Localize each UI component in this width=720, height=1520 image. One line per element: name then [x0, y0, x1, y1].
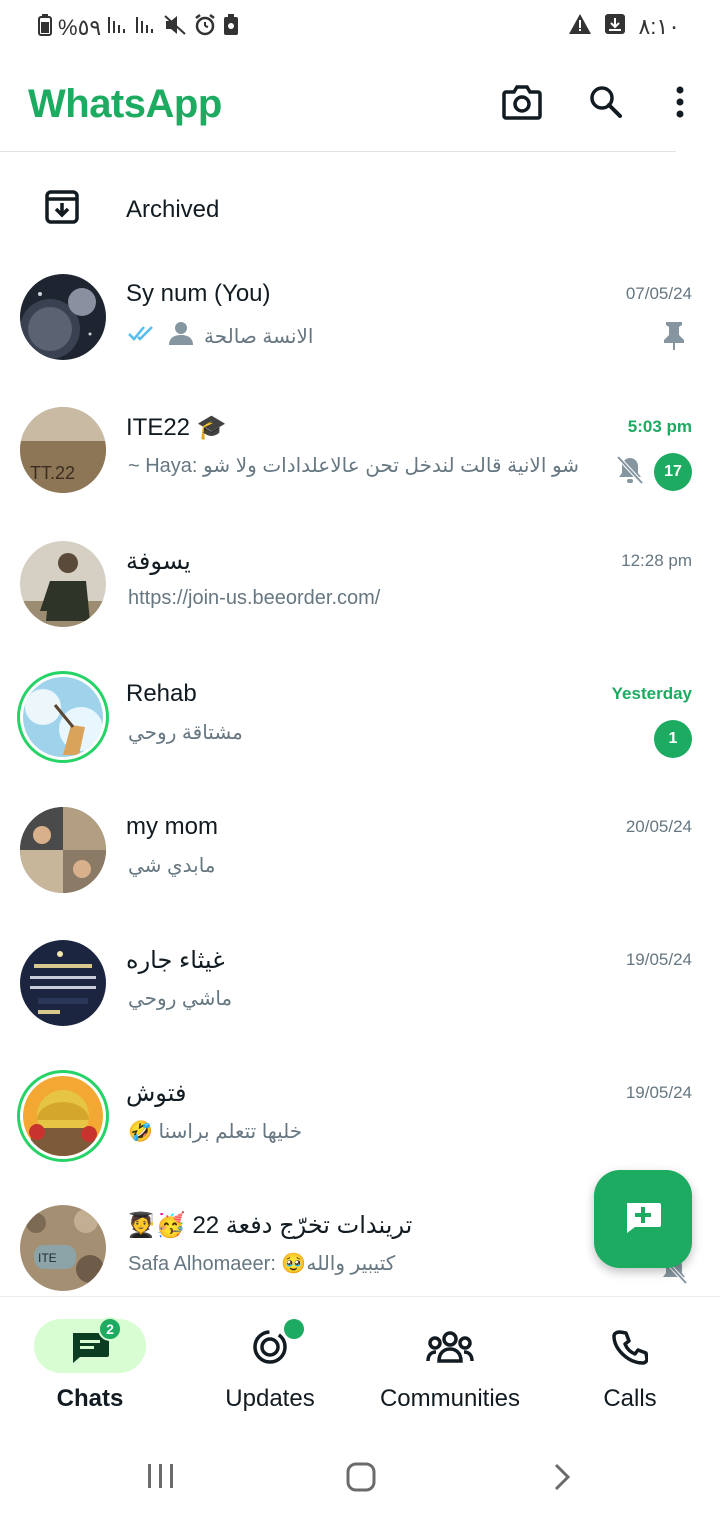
tab-communities-label: Communities: [379, 1385, 521, 1412]
chat-preview-text: الانسة صالحة: [204, 325, 314, 348]
avatar[interactable]: [20, 940, 106, 1026]
recent-apps-button[interactable]: [146, 1462, 176, 1495]
chat-time: 12:28 pm: [621, 551, 692, 570]
unread-badge: 1: [654, 720, 692, 758]
chat-preview-text: Safa Alhomaeer: 🥹كتيبير والله: [128, 1253, 396, 1275]
search-icon: [588, 84, 624, 125]
tab-calls[interactable]: Calls: [540, 1297, 720, 1433]
chat-row[interactable]: Sy num (You) 07/05/24 الانسة صالحة: [0, 266, 720, 396]
svg-text:ITE: ITE: [38, 1251, 57, 1265]
more-options-button[interactable]: [656, 80, 704, 128]
chat-preview-text: https://join-us.beeorder.com/: [128, 587, 381, 609]
tab-chats[interactable]: 2 Chats: [0, 1297, 180, 1433]
chat-time: Yesterday: [611, 684, 692, 703]
signal-icon-2: [135, 15, 157, 41]
chat-name: ITE22 🎓: [126, 414, 227, 441]
chat-name: my mom: [126, 813, 218, 840]
archived-label: Archived: [126, 196, 220, 223]
svg-text:TT.22: TT.22: [30, 463, 75, 483]
chat-row[interactable]: يسوفة 12:28 pm https://join-us.beeorder.…: [0, 533, 720, 663]
mute-icon: [163, 14, 187, 42]
chat-name: فتوش: [126, 1080, 187, 1107]
battery-percent: %٥٩: [58, 15, 102, 40]
back-button[interactable]: [552, 1462, 572, 1497]
chat-name: Rehab: [126, 680, 197, 707]
avatar[interactable]: [20, 541, 106, 627]
system-navigation-bar: [0, 1432, 720, 1520]
read-ticks-icon: [128, 323, 158, 349]
chat-preview: ماشي روحي: [128, 986, 232, 1011]
signal-icon: [107, 15, 129, 41]
chat-preview-text: مابدي شي: [128, 855, 216, 877]
chat-name: 🧑‍🎓🥳 تريندات تخرّج دفعة 22: [126, 1212, 413, 1239]
contact-icon: [168, 320, 194, 352]
avatar[interactable]: [20, 807, 106, 893]
chat-name: غيثاء جاره: [126, 947, 225, 974]
chat-preview: ~ Haya: شو الانية قالت لندخل تحن عالاعلد…: [128, 453, 579, 478]
chat-preview-text: ~ Haya: شو الانية قالت لندخل تحن عالاعلد…: [128, 455, 580, 477]
status-left: %٥٩: [38, 13, 239, 43]
tab-communities[interactable]: Communities: [360, 1297, 540, 1433]
unread-badge: 17: [654, 453, 692, 491]
camera-icon: [502, 84, 542, 125]
alarm-icon: [193, 13, 217, 43]
chat-row[interactable]: Rehab Yesterday مشتاقة روحي 1: [0, 666, 720, 796]
pin-icon: [662, 320, 686, 355]
search-button[interactable]: [582, 80, 630, 128]
home-button[interactable]: [346, 1462, 376, 1497]
avatar[interactable]: ITE: [20, 1205, 106, 1291]
download-icon: [604, 13, 626, 41]
app-title: WhatsApp: [28, 82, 222, 126]
chat-preview-text: مشتاقة روحي: [128, 722, 243, 744]
chat-preview: الانسة صالحة: [128, 320, 313, 352]
appbar-divider: [0, 151, 676, 152]
chat-name: Sy num (You): [126, 280, 271, 307]
avatar[interactable]: TT.22: [20, 407, 106, 493]
chat-preview: مشتاقة روحي: [128, 720, 243, 745]
chat-time: 5:03 pm: [627, 417, 692, 436]
more-vert-icon: [675, 86, 685, 123]
avatar[interactable]: [17, 1070, 109, 1162]
chat-time: 20/05/24: [625, 817, 692, 836]
chat-preview: https://join-us.beeorder.com/: [128, 587, 380, 610]
battery-icon: [38, 14, 52, 42]
chat-row[interactable]: غيثاء جاره 19/05/24 ماشي روحي: [0, 932, 720, 1062]
chat-preview: Safa Alhomaeer: 🥹كتيبير والله: [128, 1251, 395, 1276]
warning-icon: [568, 13, 592, 41]
camera-button[interactable]: [498, 80, 546, 128]
tab-calls-label: Calls: [603, 1385, 657, 1412]
chat-preview-text: 🤣 خليها تتعلم براسنا: [128, 1121, 303, 1143]
chat-time: 07/05/24: [625, 284, 692, 303]
new-chat-button[interactable]: [594, 1170, 692, 1268]
avatar[interactable]: [20, 274, 106, 360]
chat-time: 19/05/24: [625, 950, 692, 969]
communities-icon: [426, 1327, 474, 1367]
updates-dot: [284, 1319, 304, 1339]
recycle-icon: [223, 14, 239, 42]
bottom-nav: 2 Chats Updates Communities Calls: [0, 1296, 720, 1432]
chat-preview: 🤣 خليها تتعلم براسنا: [128, 1119, 302, 1144]
muted-icon: [616, 455, 644, 490]
chat-name: يسوفة: [126, 548, 191, 575]
app-bar: WhatsApp: [0, 56, 720, 152]
chat-time: 19/05/24: [625, 1083, 692, 1102]
tab-chats-label: Chats: [56, 1385, 124, 1412]
chat-row[interactable]: TT.22 ITE22 🎓 5:03 pm ~ Haya: شو الانية …: [0, 399, 720, 529]
tab-updates[interactable]: Updates: [180, 1297, 360, 1433]
new-chat-icon: [623, 1199, 663, 1240]
avatar[interactable]: [17, 671, 109, 763]
archive-icon: [44, 188, 80, 231]
chat-preview-text: ماشي روحي: [128, 988, 233, 1010]
chats-badge: 2: [98, 1317, 122, 1341]
status-bar: %٥٩ ٨:١٠: [0, 0, 720, 56]
status-right: ٨:١٠: [568, 13, 680, 41]
chat-preview: مابدي شي: [128, 853, 216, 878]
archived-row[interactable]: Archived: [0, 170, 720, 250]
tab-updates-label: Updates: [225, 1385, 315, 1412]
chat-row[interactable]: my mom 20/05/24 مابدي شي: [0, 799, 720, 929]
phone-icon: [606, 1327, 654, 1367]
clock-time: ٨:١٠: [638, 14, 680, 39]
